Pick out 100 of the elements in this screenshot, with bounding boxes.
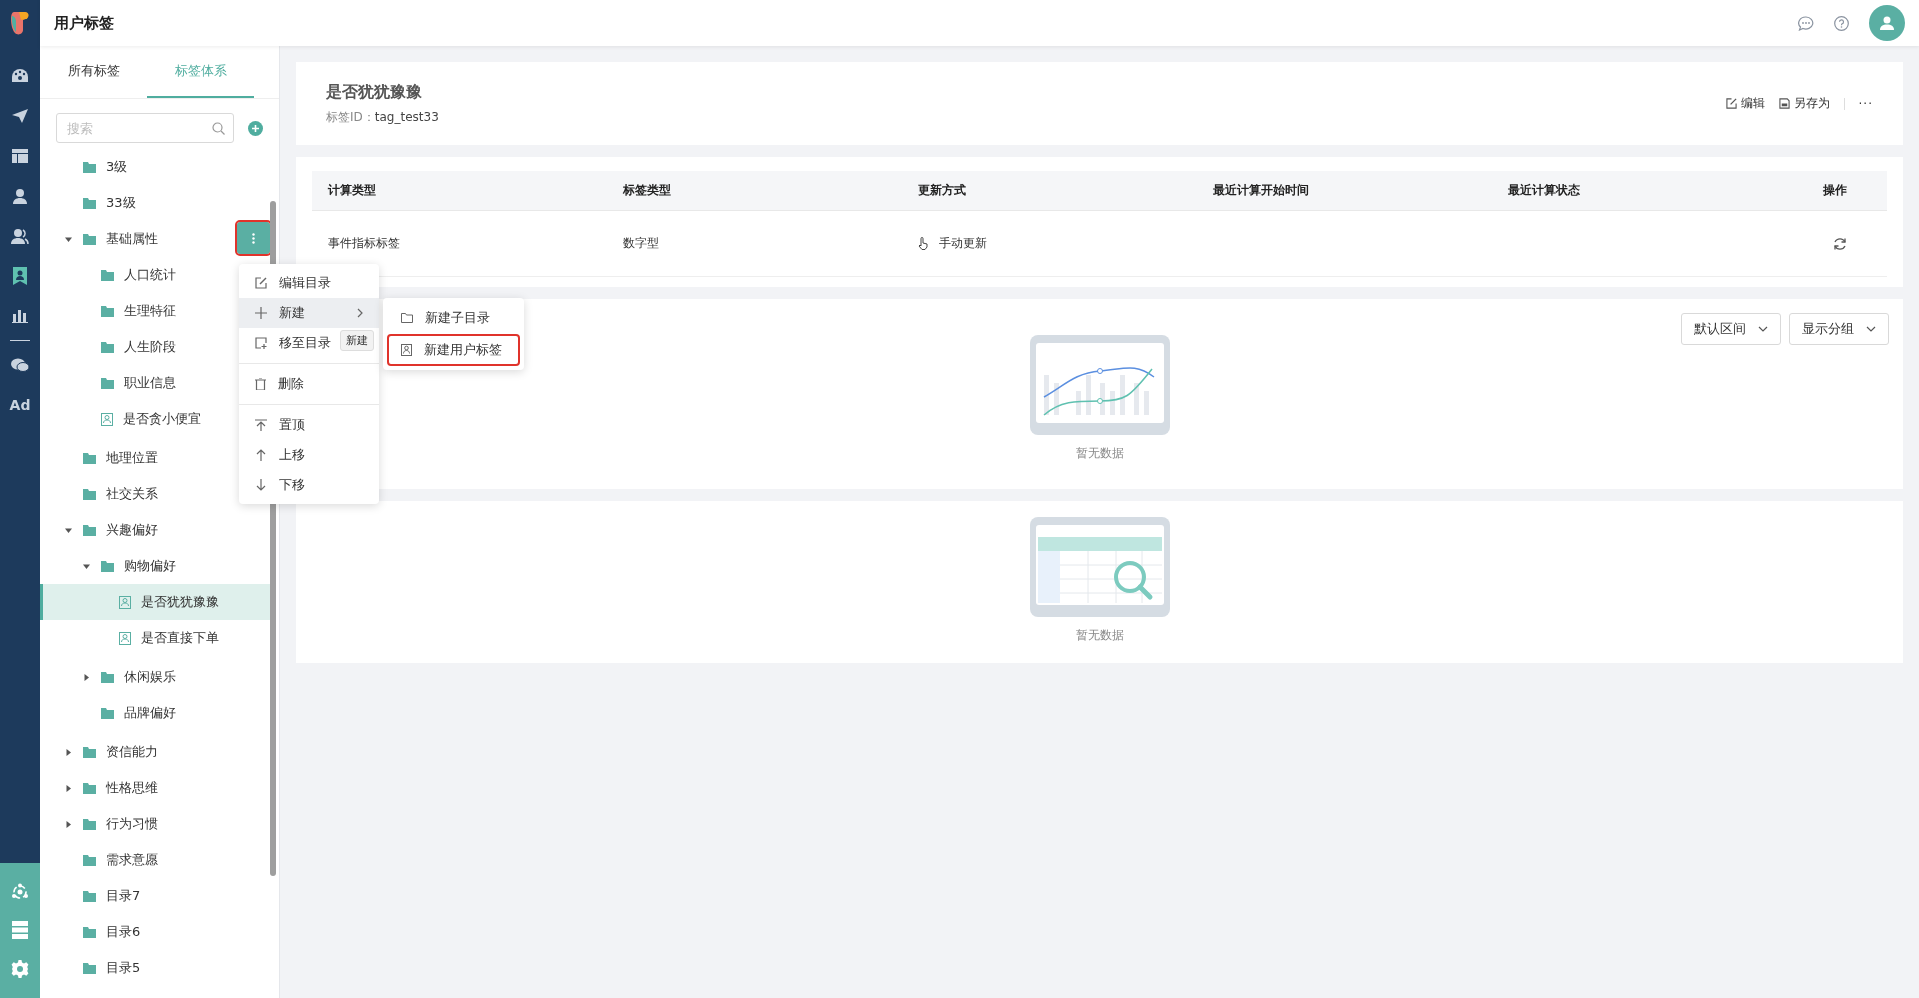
arrow-up-icon xyxy=(255,449,267,461)
avatar[interactable] xyxy=(1869,5,1905,41)
pin-top-icon xyxy=(255,419,267,431)
tree-item[interactable]: 资信能力 xyxy=(40,734,270,770)
add-icon[interactable] xyxy=(248,120,263,136)
menu-item[interactable]: 新建 xyxy=(239,298,379,328)
logo[interactable] xyxy=(10,10,30,36)
tree-item[interactable]: 是否直接下单 xyxy=(40,620,270,656)
folder-icon xyxy=(101,560,114,572)
tree-item[interactable]: 目录5 xyxy=(40,950,270,986)
folder-icon xyxy=(401,313,413,323)
help-icon[interactable] xyxy=(1834,15,1849,31)
tag-id-label: 标签ID： xyxy=(326,109,375,124)
table-cell-text: 数字型 xyxy=(622,235,660,252)
folder-icon xyxy=(83,524,96,536)
caret-down-icon[interactable] xyxy=(65,526,72,534)
tree-item[interactable]: 购物偏好 xyxy=(40,548,270,584)
folder-icon xyxy=(83,818,96,830)
users-icon[interactable] xyxy=(11,228,29,244)
tree-item[interactable]: 目录6 xyxy=(40,914,270,950)
chevron-down-icon xyxy=(1866,326,1876,332)
server-icon[interactable] xyxy=(12,921,28,940)
column-header: 更新方式 xyxy=(917,182,967,199)
menu-item[interactable]: 新建用户标签 xyxy=(387,334,520,366)
search-icon xyxy=(212,121,225,135)
tree-item[interactable]: 需求意愿 xyxy=(40,842,270,878)
caret-right-icon[interactable] xyxy=(65,748,72,756)
bar-chart-icon[interactable] xyxy=(12,309,28,323)
folder-icon xyxy=(101,377,114,389)
tree-item[interactable]: 性格思维 xyxy=(40,770,270,806)
caret-right-icon[interactable] xyxy=(83,673,90,681)
tree-item[interactable]: 33级 xyxy=(40,185,270,221)
caret-right-icon[interactable] xyxy=(65,820,72,828)
bar-shape xyxy=(1109,391,1115,415)
tab[interactable]: 所有标签 xyxy=(40,46,147,98)
folder-icon xyxy=(83,782,96,794)
dropdown[interactable]: 默认区间 xyxy=(1681,313,1781,345)
column-header: 操作 xyxy=(1822,182,1848,199)
tag-title: 是否犹犹豫豫 xyxy=(326,81,423,103)
network-icon[interactable] xyxy=(11,883,29,902)
move-to-folder-icon xyxy=(255,337,267,349)
tree-item[interactable]: 目录7 xyxy=(40,878,270,914)
tree-item[interactable]: 3级 xyxy=(40,149,270,185)
tree-item[interactable]: 休闲娱乐 xyxy=(40,659,270,695)
caret-right-icon[interactable] xyxy=(65,784,72,792)
chat-bubble-icon[interactable] xyxy=(1798,15,1814,31)
tree-item-label: 品牌偏好 xyxy=(124,704,176,722)
tree-item-label: 生理特征 xyxy=(124,302,176,320)
dashboard-icon[interactable] xyxy=(11,68,29,84)
tree-item-label: 休闲娱乐 xyxy=(124,668,176,686)
tree-item-label: 目录7 xyxy=(106,887,141,905)
user-icon[interactable] xyxy=(12,188,28,204)
tree-item[interactable]: 基础属性 xyxy=(40,221,270,257)
kebab-icon xyxy=(252,232,255,244)
settings-icon[interactable] xyxy=(11,959,29,978)
bar-shape xyxy=(1119,375,1125,415)
bar-shape xyxy=(1133,383,1139,415)
edit-icon xyxy=(255,277,267,289)
ad-label[interactable]: Ad xyxy=(9,385,31,425)
point-marker xyxy=(1096,368,1103,374)
user-tag-icon xyxy=(101,412,113,426)
tree-item[interactable]: 行为习惯 xyxy=(40,806,270,842)
save-as-button[interactable]: 另存为 xyxy=(1778,95,1830,112)
user-tag-icon xyxy=(119,595,131,609)
folder-icon xyxy=(83,890,96,902)
menu-item[interactable]: 新建子目录 xyxy=(387,302,520,334)
chevron-down-icon xyxy=(1758,326,1768,332)
refresh-icon[interactable] xyxy=(1833,236,1847,251)
layout-icon[interactable] xyxy=(12,149,28,163)
plus-icon xyxy=(255,307,267,319)
folder-icon xyxy=(101,707,114,719)
edit-button[interactable]: 编辑 xyxy=(1725,95,1765,112)
more-button[interactable]: ··· xyxy=(1858,96,1873,111)
search-field[interactable]: 搜索 xyxy=(56,113,234,143)
folder-icon xyxy=(83,746,96,758)
chat-icon[interactable] xyxy=(11,358,29,372)
send-icon[interactable] xyxy=(11,108,29,124)
tree-item[interactable]: 品牌偏好 xyxy=(40,695,270,731)
tree-item-label: 目录6 xyxy=(106,923,141,941)
tree-item-label: 行为习惯 xyxy=(106,815,158,833)
caret-down-icon[interactable] xyxy=(65,235,72,243)
tree-item[interactable]: 兴趣偏好 xyxy=(40,512,270,548)
caret-down-icon[interactable] xyxy=(83,562,90,570)
table-cell-text: 事件指标标签 xyxy=(327,235,401,252)
tag-id-value: tag_test33 xyxy=(374,109,439,124)
user-tag-icon xyxy=(119,631,131,645)
hand-pointer-icon xyxy=(918,237,929,250)
folder-icon xyxy=(83,233,96,245)
column-header: 最近计算状态 xyxy=(1507,182,1581,199)
column-header: 标签类型 xyxy=(622,182,672,199)
tree-item-label: 33级 xyxy=(106,194,136,212)
tree-item[interactable]: 是否犹犹豫豫 xyxy=(40,584,270,620)
tree-item-label: 是否犹犹豫豫 xyxy=(141,593,219,611)
folder-icon xyxy=(83,161,96,173)
dropdown[interactable]: 显示分组 xyxy=(1789,313,1889,345)
save-icon xyxy=(1778,98,1790,109)
user-tag-icon[interactable] xyxy=(13,267,27,285)
arrow-down-icon xyxy=(255,479,267,491)
folder-icon xyxy=(83,452,96,464)
tree-item-label: 3级 xyxy=(106,158,128,176)
